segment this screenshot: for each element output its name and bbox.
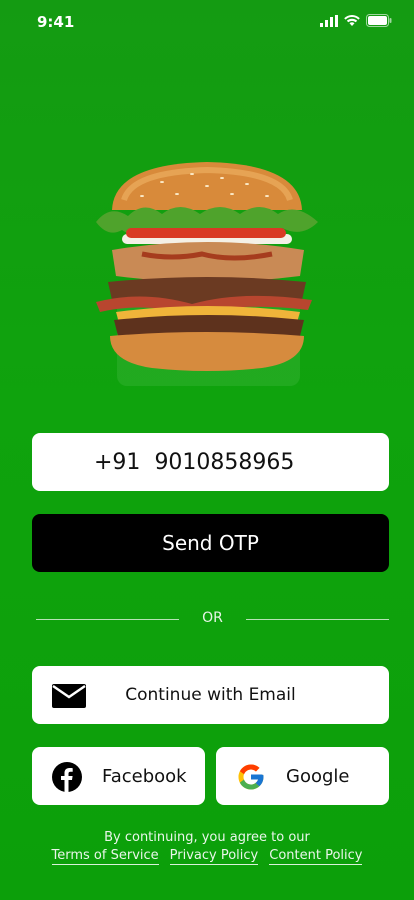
continue-with-email-button[interactable]: Continue with Email: [32, 666, 389, 724]
legal-notice: By continuing, you agree to our Terms of…: [0, 830, 414, 865]
google-label: Google: [286, 766, 350, 787]
facebook-label: Facebook: [102, 766, 187, 787]
google-button[interactable]: Google: [216, 747, 389, 805]
country-code[interactable]: +91: [94, 450, 140, 475]
send-otp-button[interactable]: Send OTP: [32, 514, 389, 572]
phone-number-value: 9010858965: [154, 449, 295, 475]
status-time: 9:41: [37, 13, 75, 31]
facebook-icon: [52, 762, 82, 792]
wifi-icon: [344, 14, 360, 26]
email-button-label: Continue with Email: [125, 685, 296, 705]
status-icons: [320, 14, 392, 27]
or-label: OR: [202, 610, 223, 626]
status-bar: 9:41: [0, 0, 414, 44]
legal-intro: By continuing, you agree to our: [104, 830, 310, 845]
burger-image: [82, 150, 332, 390]
battery-icon: [366, 14, 392, 27]
email-icon: [52, 684, 86, 708]
divider-line-right: [246, 619, 389, 620]
privacy-policy-link[interactable]: Privacy Policy: [169, 848, 259, 865]
or-divider: OR: [36, 610, 389, 628]
signal-icon: [320, 14, 338, 27]
terms-of-service-link[interactable]: Terms of Service: [51, 848, 159, 865]
login-screen: 9:41 +91 9010858965 Send OTP OR Continue…: [0, 0, 414, 900]
facebook-button[interactable]: Facebook: [32, 747, 205, 805]
content-policy-link[interactable]: Content Policy: [269, 848, 363, 865]
google-icon: [238, 764, 264, 790]
send-otp-label: Send OTP: [162, 531, 259, 555]
phone-number-input[interactable]: +91 9010858965: [32, 433, 389, 491]
legal-links: Terms of Service Privacy Policy Content …: [0, 848, 414, 865]
